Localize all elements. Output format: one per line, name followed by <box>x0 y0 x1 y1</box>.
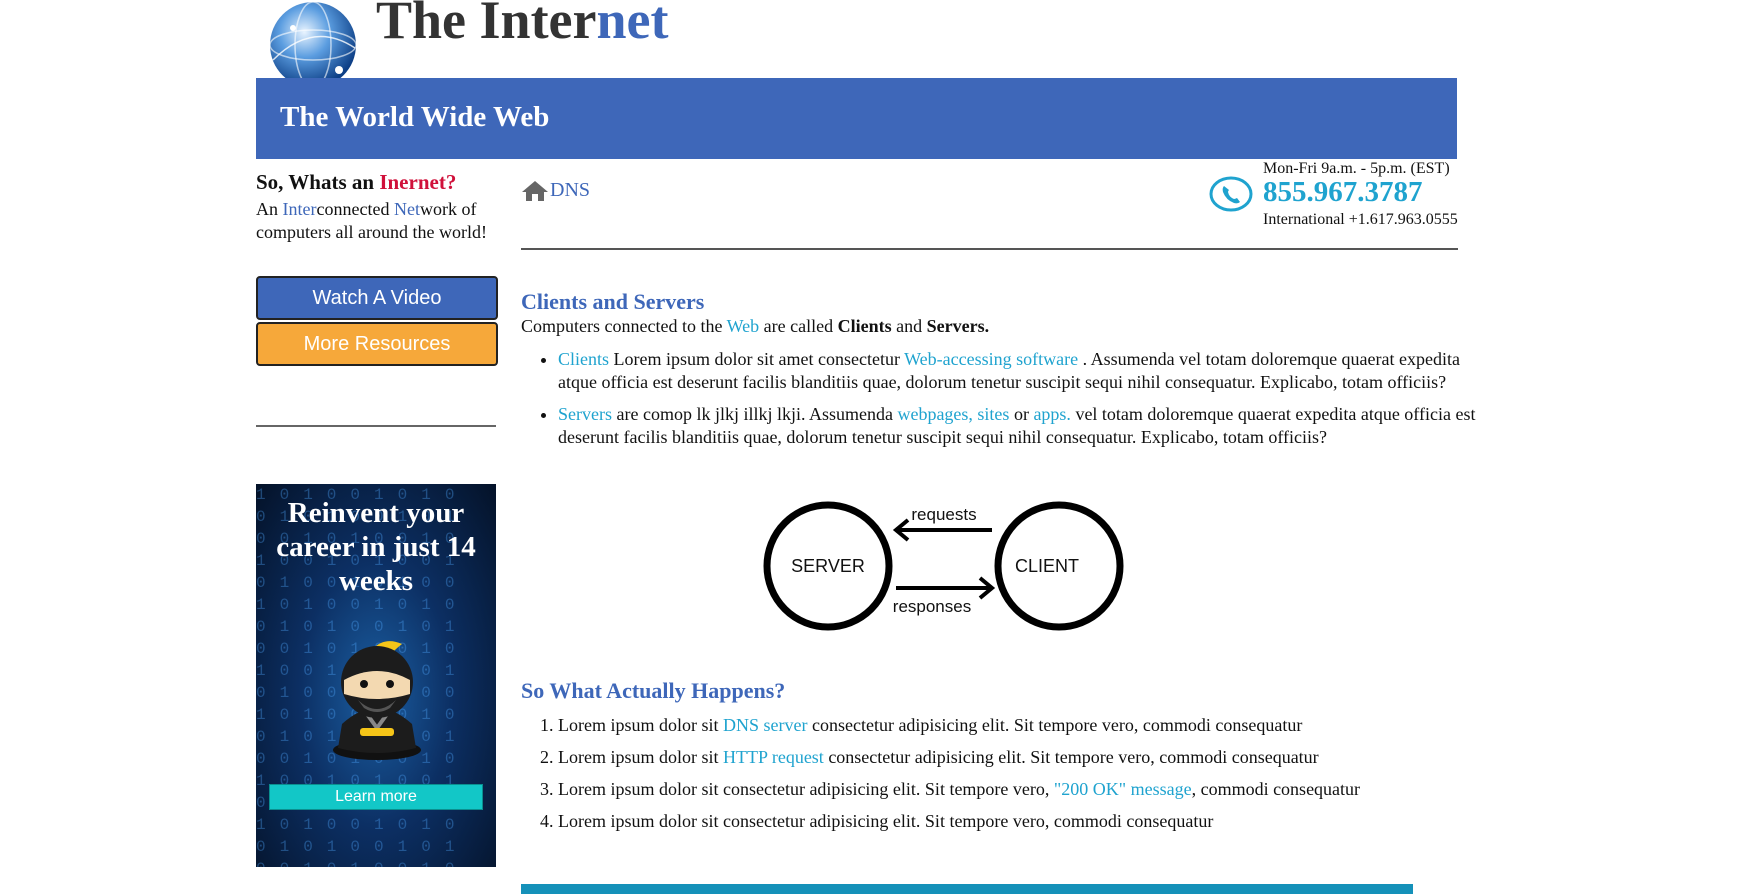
steps-list: Lorem ipsum dolor sit DNS server consect… <box>521 714 1495 842</box>
list-item: Clients Lorem ipsum dolor sit amet conse… <box>558 348 1495 394</box>
200-ok-message-link[interactable]: "200 OK" message <box>1054 779 1192 799</box>
client-label: CLIENT <box>1015 556 1079 576</box>
requests-label: requests <box>911 505 976 524</box>
clients-servers-list: Clients Lorem ipsum dolor sit amet conse… <box>521 348 1495 458</box>
http-request-link[interactable]: HTTP request <box>723 747 824 767</box>
webpages-sites-link[interactable]: webpages, sites <box>897 404 1009 424</box>
bottom-bar <box>521 884 1413 894</box>
phone-number[interactable]: 855.967.3787 <box>1263 176 1423 209</box>
sidebar-divider <box>256 425 496 427</box>
watch-video-button[interactable]: Watch A Video <box>256 276 498 320</box>
list-item: Lorem ipsum dolor sit HTTP request conse… <box>558 746 1495 769</box>
list-item: Servers are comop lk jlkj illkj lkji. As… <box>558 403 1495 449</box>
banner-title: The World Wide Web <box>280 101 550 133</box>
servers-link[interactable]: Servers <box>558 404 612 424</box>
site-title: The Internet <box>376 0 669 50</box>
sidebar-question: So, Whats an Inernet? <box>256 170 457 194</box>
ad-banner[interactable]: 101001010 010100101 001010010 100101001 … <box>256 484 496 867</box>
client-server-diagram: SERVER CLIENT requests responses <box>763 501 1124 631</box>
international-phone: International +1.617.963.0555 <box>1263 211 1458 228</box>
sidebar-description: An Interconnected Network of computers a… <box>256 199 487 242</box>
breadcrumb-dns-link[interactable]: DNS <box>550 179 590 202</box>
section-heading-clients-servers: Clients and Servers <box>521 289 705 314</box>
ad-title: Reinvent your career in just 14 weeks <box>276 497 476 597</box>
learn-more-button[interactable]: Learn more <box>269 784 483 810</box>
list-item: Lorem ipsum dolor sit consectetur adipis… <box>558 778 1495 801</box>
list-item: Lorem ipsum dolor sit consectetur adipis… <box>558 810 1495 833</box>
phone-icon <box>1209 176 1253 212</box>
web-accessing-software-link[interactable]: Web-accessing software <box>904 349 1078 369</box>
dns-server-link[interactable]: DNS server <box>723 715 807 735</box>
server-label: SERVER <box>791 556 865 576</box>
web-link[interactable]: Web <box>727 316 760 336</box>
home-icon[interactable] <box>521 180 549 202</box>
clients-link[interactable]: Clients <box>558 349 609 369</box>
responses-label: responses <box>893 597 971 616</box>
section-heading-what-happens: So What Actually Happens? <box>521 678 786 703</box>
list-item: Lorem ipsum dolor sit DNS server consect… <box>558 714 1495 737</box>
more-resources-button[interactable]: More Resources <box>256 322 498 366</box>
content-divider <box>521 248 1458 250</box>
ninja-icon <box>333 641 421 760</box>
section-intro: Computers connected to the Web are calle… <box>521 316 990 336</box>
apps-link[interactable]: apps. <box>1033 404 1071 424</box>
